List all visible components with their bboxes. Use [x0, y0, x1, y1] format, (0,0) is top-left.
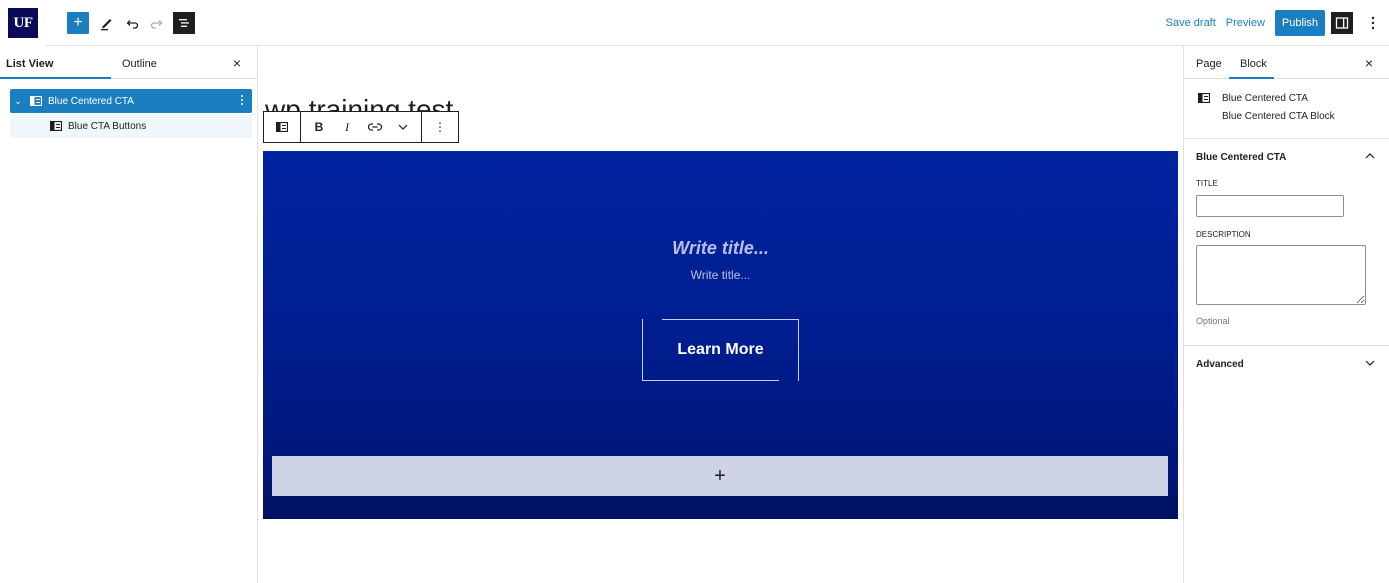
undo-icon[interactable]	[121, 12, 143, 34]
chevron-down-icon[interactable]	[1365, 357, 1375, 369]
help-text: Optional	[1196, 316, 1230, 326]
close-icon[interactable]: ×	[1365, 55, 1373, 71]
tab-block[interactable]: Block	[1240, 58, 1267, 70]
list-item-blue-centered-cta[interactable]: ⌄ Blue Centered CTA	[10, 89, 252, 113]
block-icon	[50, 121, 62, 131]
block-toolbar: B I ⋮	[263, 111, 459, 143]
block-appender-plus-icon[interactable]: +	[272, 456, 1168, 496]
learn-more-label: Learn More	[677, 341, 764, 358]
sidebar-tabs: Page Block ×	[1184, 46, 1389, 79]
block-icon	[1198, 93, 1210, 103]
list-item-label: Blue CTA Buttons	[68, 120, 147, 132]
chevron-down-icon[interactable]	[389, 112, 417, 142]
editor-canvas[interactable]: wp training test B I ⋮ Write title... Wr…	[259, 46, 1183, 583]
button-border-bottom	[642, 380, 779, 381]
list-view-panel: List View Outline × ⌄ Blue Centered CTA …	[0, 46, 258, 583]
list-view-tabs: List View Outline ×	[0, 46, 257, 79]
header-actions: Save draft Preview Publish	[1166, 0, 1389, 46]
site-logo[interactable]: UF	[0, 0, 46, 46]
block-card-description: Blue Centered CTA Block	[1222, 111, 1335, 122]
tab-outline[interactable]: Outline	[122, 58, 157, 70]
cta-title-placeholder[interactable]: Write title...	[263, 238, 1178, 259]
format-segment: B I	[301, 112, 422, 142]
title-field[interactable]	[1196, 195, 1344, 217]
settings-panel-icon[interactable]	[1331, 12, 1353, 34]
block-type-segment	[264, 112, 301, 142]
bold-button[interactable]: B	[305, 112, 333, 142]
list-item-label: Blue Centered CTA	[48, 95, 134, 107]
block-options-kebab-icon[interactable]	[240, 94, 244, 106]
close-icon[interactable]: ×	[233, 55, 241, 71]
cta-subtitle-placeholder[interactable]: Write title...	[263, 268, 1178, 282]
preview-button[interactable]: Preview	[1226, 17, 1265, 29]
learn-more-button[interactable]: Learn More	[642, 319, 799, 381]
redo-icon[interactable]	[146, 12, 168, 34]
save-draft-button[interactable]: Save draft	[1166, 17, 1216, 29]
tab-page[interactable]: Page	[1196, 58, 1222, 70]
title-label: TITLE	[1196, 179, 1218, 188]
link-icon[interactable]	[361, 112, 389, 142]
block-card-title: Blue Centered CTA	[1222, 93, 1308, 104]
divider	[1184, 345, 1389, 346]
italic-button[interactable]: I	[333, 112, 361, 142]
panel-advanced-title[interactable]: Advanced	[1196, 359, 1244, 370]
edit-tools-icon[interactable]	[96, 12, 118, 34]
add-block-icon[interactable]: +	[67, 12, 89, 34]
uf-logo: UF	[8, 8, 38, 38]
block-icon	[30, 96, 42, 106]
blue-centered-cta-block[interactable]: Write title... Write title... Learn More…	[263, 151, 1178, 519]
chevron-down-icon[interactable]: ⌄	[10, 96, 26, 107]
list-item-blue-cta-buttons[interactable]: Blue CTA Buttons	[10, 114, 252, 138]
divider	[1184, 138, 1389, 139]
settings-sidebar: Page Block × Blue Centered CTA Blue Cent…	[1183, 46, 1389, 583]
tab-list-view[interactable]: List View	[6, 58, 53, 70]
active-tab-indicator	[1229, 77, 1274, 79]
document-outline-icon[interactable]	[173, 12, 195, 34]
options-kebab-icon[interactable]	[1363, 16, 1383, 30]
panel-section-title[interactable]: Blue Centered CTA	[1196, 152, 1286, 163]
more-segment: ⋮	[422, 112, 458, 142]
editor-header: UF + Save draft Preview Publish	[0, 0, 1389, 46]
button-border-top	[662, 319, 799, 320]
publish-button[interactable]: Publish	[1274, 10, 1325, 36]
more-options-button[interactable]: ⋮	[426, 112, 454, 142]
active-tab-indicator	[0, 77, 111, 79]
description-field[interactable]	[1196, 245, 1366, 305]
block-type-icon[interactable]	[268, 112, 296, 142]
description-label: DESCRIPTION	[1196, 230, 1251, 239]
chevron-up-icon[interactable]	[1365, 150, 1375, 162]
